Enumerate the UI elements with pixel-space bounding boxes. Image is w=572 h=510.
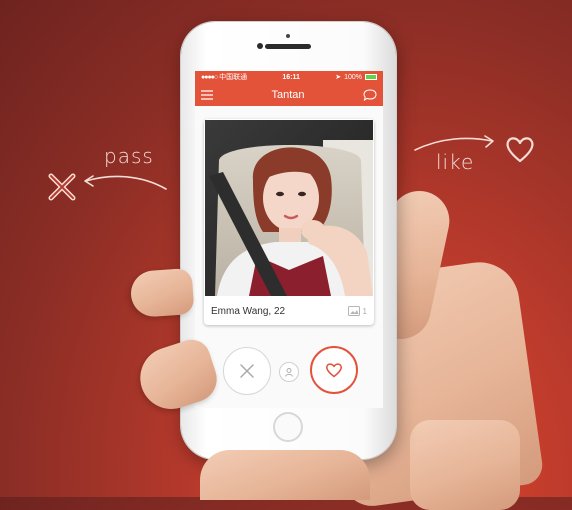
pass-arrow <box>84 175 167 190</box>
pass-button[interactable] <box>223 347 271 395</box>
profile-name-age: Emma Wang, 22 <box>211 305 286 317</box>
front-camera <box>257 43 263 49</box>
chat-bubble-icon[interactable] <box>363 88 377 101</box>
like-button[interactable] <box>310 346 358 394</box>
battery-icon <box>364 74 377 80</box>
app-screen: ●●●●○ 中国联通 16:11 ➤ 100% Tantan Emma Wang… <box>195 71 383 408</box>
signal-icon: ●●●●○ <box>201 73 218 81</box>
status-time: 16:11 <box>282 73 300 81</box>
like-annotation: like <box>436 150 475 174</box>
nav-bar: Tantan <box>195 83 383 106</box>
hand-bottom <box>200 450 370 500</box>
location-icon: ➤ <box>335 74 342 81</box>
profile-photo <box>205 120 373 296</box>
pass-annotation: pass <box>104 144 154 168</box>
home-button[interactable] <box>273 412 303 442</box>
top-sensor <box>286 34 290 38</box>
like-heart-icon <box>506 137 534 163</box>
profile-photo-image <box>205 120 373 296</box>
carrier-label: ●●●●○ 中国联通 <box>201 72 247 82</box>
status-bar: ●●●●○ 中国联通 16:11 ➤ 100% <box>195 71 383 83</box>
heart-icon <box>326 363 342 378</box>
profile-button[interactable] <box>279 362 299 382</box>
photos-icon <box>347 306 360 316</box>
battery-text: 100% <box>344 73 362 81</box>
profile-icon <box>285 368 293 377</box>
carrier-text: 中国联通 <box>219 74 248 81</box>
battery-group: ➤ 100% <box>335 73 377 81</box>
menu-icon[interactable] <box>201 89 213 100</box>
profile-card[interactable]: Emma Wang, 22 1 <box>204 119 374 325</box>
photo-count-group: 1 <box>347 306 367 316</box>
hand-finger <box>129 267 195 319</box>
photo-count: 1 <box>362 306 367 316</box>
earpiece <box>265 44 311 49</box>
pass-x-icon <box>48 173 76 201</box>
card-footer: Emma Wang, 22 1 <box>204 297 374 325</box>
page-title: Tantan <box>271 88 305 101</box>
close-icon <box>240 364 254 378</box>
